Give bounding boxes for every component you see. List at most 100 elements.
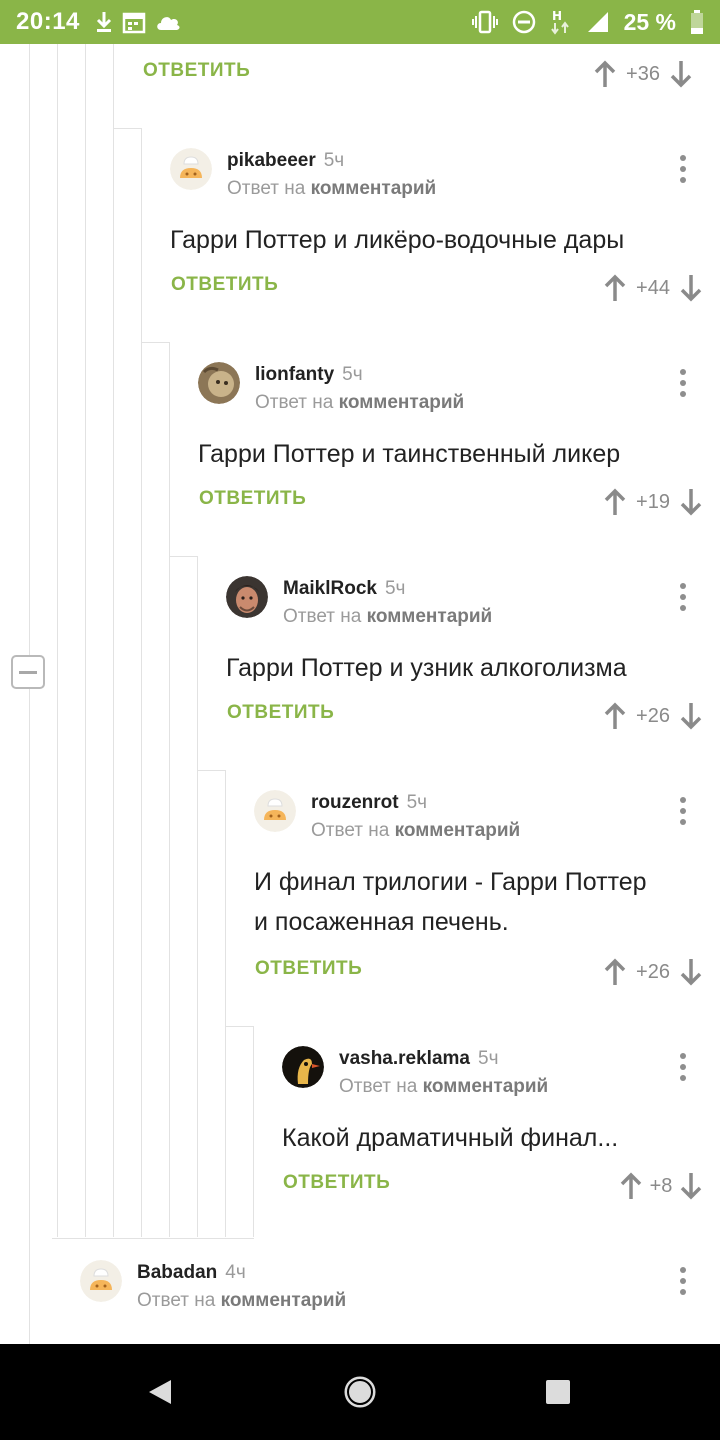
- battery-percent: 25 %: [623, 8, 676, 35]
- comment-time: 4ч: [225, 1262, 246, 1283]
- comment-text: Гарри Поттер и ликёро-водочные дары: [170, 220, 624, 260]
- comment-time: 5ч: [323, 150, 345, 171]
- author-name[interactable]: Babadan: [137, 1262, 217, 1283]
- comment-actions: ОТВЕТИТЬ +26: [226, 696, 702, 736]
- downvote-arrow-icon[interactable]: [677, 271, 705, 305]
- vote-controls: +44: [601, 268, 705, 308]
- cook-avatar[interactable]: [80, 1260, 122, 1302]
- author-name[interactable]: MaiklRock: [283, 578, 377, 599]
- more-options-icon[interactable]: [671, 794, 695, 828]
- more-options-icon[interactable]: [671, 1264, 695, 1298]
- thread-line: [141, 128, 142, 1237]
- comment-text-line: и посаженная печень.: [254, 908, 509, 936]
- thread-connector: [197, 770, 225, 771]
- thread-line: [113, 44, 114, 1237]
- comment-actions: ОТВЕТИТЬ +26: [254, 952, 702, 992]
- reply-link[interactable]: комментарий: [339, 392, 465, 413]
- thread-connector: [113, 128, 141, 129]
- navigation-bar: [0, 1344, 720, 1440]
- cook-avatar[interactable]: [254, 790, 296, 832]
- vote-score: +44: [636, 276, 670, 299]
- author-name[interactable]: vasha.reklama: [339, 1048, 470, 1069]
- bird-avatar[interactable]: [282, 1046, 324, 1088]
- more-options-icon[interactable]: [671, 580, 695, 614]
- comment-text-line: Гарри Поттер и ликёро-водочные дары: [170, 226, 625, 254]
- vote-score: +36: [626, 62, 660, 85]
- thread-connector: [52, 1238, 254, 1239]
- signal-icon: [587, 12, 608, 32]
- comment-text: И финал трилогии - Гарри Поттер и посаже…: [254, 862, 647, 942]
- collapse-thread-button[interactable]: [11, 655, 45, 689]
- thread-line: [225, 770, 226, 1237]
- downvote-arrow-icon[interactable]: [667, 57, 695, 91]
- reply-link[interactable]: комментарий: [311, 178, 437, 199]
- thread-connector: [169, 556, 197, 557]
- thread-connector: [141, 342, 169, 343]
- upvote-arrow-icon[interactable]: [601, 699, 629, 733]
- comment-header: pikabeeer 5ч Ответ на комментарий: [170, 148, 700, 199]
- cook-avatar[interactable]: [170, 148, 212, 190]
- thread-line: [29, 44, 30, 1344]
- comment: rouzenrot 5ч Ответ на комментарий И финал…: [254, 790, 702, 1010]
- more-options-icon[interactable]: [671, 1050, 695, 1084]
- comment-header: vasha.reklama 5ч Ответ на комментарий: [282, 1046, 700, 1097]
- thread-line: [85, 44, 86, 1237]
- reply-button[interactable]: ОТВЕТИТЬ: [171, 274, 278, 296]
- dnd-icon: [512, 10, 535, 34]
- comment-time: 5ч: [478, 1048, 499, 1069]
- lion-avatar[interactable]: [198, 362, 240, 404]
- more-options-icon[interactable]: [671, 152, 695, 186]
- reply-button[interactable]: ОТВЕТИТЬ: [255, 958, 362, 980]
- calendar-icon: [122, 12, 146, 34]
- comment-header: MaiklRock 5ч Ответ на комментарий: [226, 576, 700, 627]
- comment-time: 5ч: [406, 792, 428, 813]
- reply-prefix: Ответ на: [137, 1290, 216, 1311]
- comment-actions: ОТВЕТИТЬ +36: [143, 54, 703, 94]
- reply-prefix: Ответ на: [255, 392, 334, 413]
- comment-text-line: И финал трилогии - Гарри Поттер: [254, 868, 647, 896]
- vote-controls: +8: [617, 1166, 705, 1206]
- back-icon[interactable]: [140, 1372, 180, 1412]
- home-icon[interactable]: [340, 1372, 380, 1412]
- comment-actions: ОТВЕТИТЬ +19: [198, 482, 702, 522]
- upvote-arrow-icon[interactable]: [601, 955, 629, 989]
- downvote-arrow-icon[interactable]: [677, 699, 705, 733]
- author-name[interactable]: rouzenrot: [311, 792, 399, 813]
- more-options-icon[interactable]: [671, 366, 695, 400]
- comment-text: Какой драматичный финал...: [282, 1118, 618, 1158]
- reply-prefix: Ответ на: [339, 1076, 418, 1097]
- comment-actions: ОТВЕТИТЬ +44: [170, 268, 702, 308]
- face-avatar[interactable]: [226, 576, 268, 618]
- upvote-arrow-icon[interactable]: [601, 271, 629, 305]
- reply-link[interactable]: комментарий: [221, 1290, 347, 1311]
- upvote-arrow-icon[interactable]: [617, 1169, 645, 1203]
- reply-button[interactable]: ОТВЕТИТЬ: [143, 60, 250, 82]
- downvote-arrow-icon[interactable]: [677, 485, 705, 519]
- reply-button[interactable]: ОТВЕТИТЬ: [199, 488, 306, 510]
- vote-score: +26: [636, 704, 670, 727]
- reply-prefix: Ответ на: [227, 178, 306, 199]
- download-icon: [96, 12, 111, 32]
- recents-icon[interactable]: [538, 1372, 578, 1412]
- comment: pikabeeer 5ч Ответ на комментарий Гарри П…: [170, 148, 702, 328]
- downvote-arrow-icon[interactable]: [677, 955, 705, 989]
- author-name[interactable]: pikabeeer: [227, 150, 316, 171]
- vote-controls: +26: [601, 952, 705, 992]
- status-bar: 20:14 H 25 %: [0, 0, 720, 44]
- reply-link[interactable]: комментарий: [367, 606, 493, 627]
- author-name[interactable]: lionfanty: [255, 364, 334, 385]
- thread-line: [253, 1026, 254, 1237]
- minus-icon: [19, 670, 37, 674]
- comment-header: Babadan 4ч Ответ на комментарий: [80, 1260, 700, 1311]
- reply-button[interactable]: ОТВЕТИТЬ: [227, 702, 334, 724]
- upvote-arrow-icon[interactable]: [601, 485, 629, 519]
- comment: Babadan 4ч Ответ на комментарий: [80, 1260, 700, 1344]
- reply-prefix: Ответ на: [283, 606, 362, 627]
- thread-line: [57, 44, 58, 1237]
- upvote-arrow-icon[interactable]: [591, 57, 619, 91]
- reply-link[interactable]: комментарий: [423, 1076, 549, 1097]
- reply-button[interactable]: ОТВЕТИТЬ: [283, 1172, 390, 1194]
- reply-link[interactable]: комментарий: [395, 820, 521, 841]
- comment: vasha.reklama 5ч Ответ на комментарий Как…: [282, 1046, 702, 1226]
- downvote-arrow-icon[interactable]: [677, 1169, 705, 1203]
